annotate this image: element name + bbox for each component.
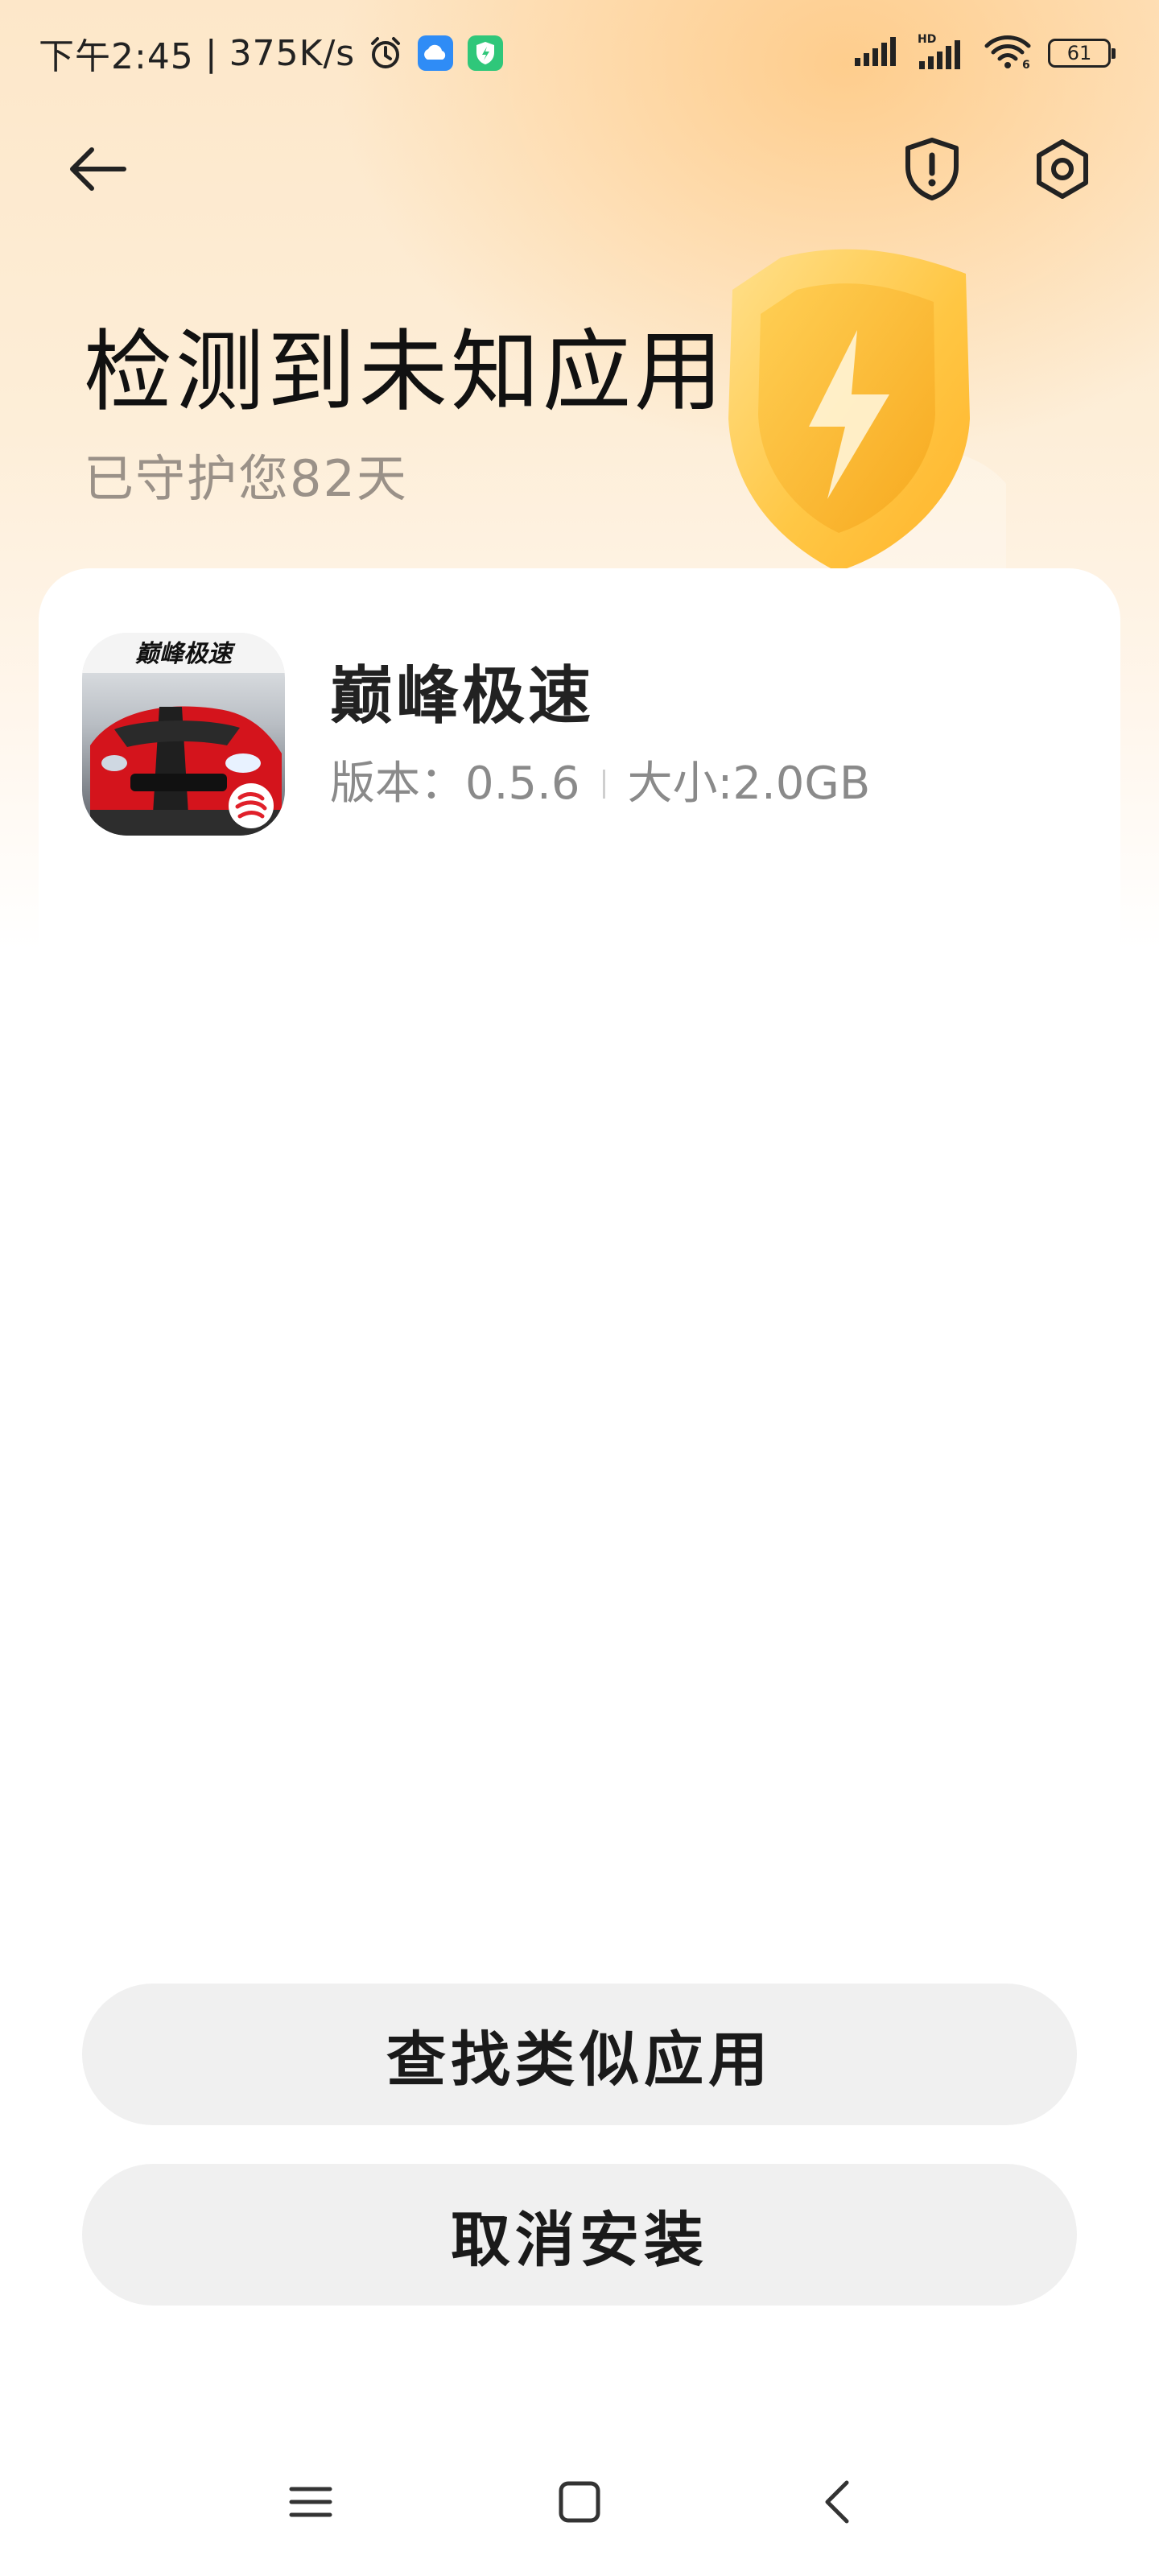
signal-icon — [853, 35, 901, 71]
nav-home-button[interactable] — [531, 2455, 628, 2552]
protection-days: 已守护您82天 — [84, 449, 408, 508]
svg-text:6: 6 — [1022, 59, 1030, 70]
nav-back-button[interactable] — [789, 2455, 885, 2552]
svg-text:HD: HD — [918, 33, 936, 46]
status-time: 下午2:45 — [39, 36, 194, 77]
app-icon: 巅峰极速 — [82, 633, 285, 836]
cloud-icon — [416, 34, 455, 72]
size-label: 大小: — [627, 758, 733, 810]
app-meta: 版本： 0.5.6 大小: 2.0GB — [330, 756, 870, 812]
status-right: HD 6 61 — [853, 29, 1116, 77]
back-button[interactable] — [56, 130, 137, 211]
settings-button[interactable] — [1022, 130, 1103, 211]
battery-level: 61 — [1066, 42, 1092, 64]
version-label: 版本： — [330, 758, 465, 810]
menu-icon — [288, 2483, 333, 2524]
hd-signal-icon: HD — [916, 32, 969, 74]
shield-app-icon — [466, 34, 505, 72]
page-title: 检测到未知应用 — [84, 320, 726, 423]
status-left: 下午2:45 | 375K/s — [39, 29, 505, 77]
cancel-install-button[interactable]: 取消安装 — [82, 2164, 1077, 2306]
app-info-row: 巅峰极速 巅峰极速 版本： 0.5.6 大小: 2.0GB — [82, 633, 870, 836]
app-name: 巅峰极速 — [330, 660, 595, 733]
shield-illustration — [684, 242, 1030, 644]
chevron-left-icon — [818, 2478, 856, 2529]
status-bar: 下午2:45 | 375K/s HD 6 61 — [0, 0, 1159, 105]
shield-alert-icon — [901, 136, 963, 205]
app-card: 巅峰极速 巅峰极速 版本： 0.5.6 大小: 2.0GB — [39, 568, 1120, 2017]
meta-divider — [602, 770, 605, 799]
app-details: 巅峰极速 版本： 0.5.6 大小: 2.0GB — [330, 656, 870, 812]
gear-icon — [1030, 137, 1095, 204]
security-report-button[interactable] — [892, 130, 972, 211]
battery-icon: 61 — [1048, 39, 1116, 68]
navigation-bar — [0, 2455, 1159, 2552]
nav-menu-button[interactable] — [262, 2455, 359, 2552]
home-square-icon — [557, 2479, 602, 2528]
app-version: 0.5.6 — [465, 758, 580, 810]
app-size: 2.0GB — [732, 758, 871, 810]
status-separator: | — [204, 32, 218, 74]
wifi-icon: 6 — [984, 33, 1033, 73]
arrow-left-icon — [64, 145, 129, 196]
find-similar-apps-button[interactable]: 查找类似应用 — [82, 1984, 1077, 2125]
network-speed: 375K/s — [229, 32, 356, 74]
app-icon-text: 巅峰极速 — [135, 640, 236, 668]
alarm-icon — [366, 34, 405, 72]
install-check-screen: 下午2:45 | 375K/s HD 6 61 检测到未知应用 已守护您82天 … — [0, 0, 1159, 2576]
